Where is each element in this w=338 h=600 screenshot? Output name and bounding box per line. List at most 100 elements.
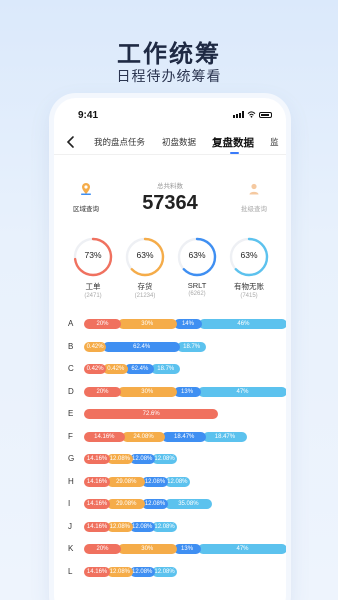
bar-category-label: C [68, 364, 74, 373]
bar-category-label: E [68, 409, 74, 418]
ring-count: (6262) [188, 291, 206, 297]
bar-category-label: A [68, 319, 74, 328]
promo-title: 工作统筹 [117, 41, 221, 68]
bar-segment: 0.42% [84, 364, 107, 374]
bar-segment: 12.08% [129, 566, 155, 577]
bar-segment: 12.08% [142, 476, 168, 487]
bar-category-label: K [68, 544, 74, 553]
bar-category-label: L [68, 566, 73, 576]
ring-0: 73% 工单 (2471) [68, 236, 118, 299]
bar-row-k[interactable]: K 20% 30% 13% 47% [54, 543, 286, 555]
tab-review-data[interactable]: 复盘数据 [212, 135, 254, 150]
signal-icon [233, 111, 244, 118]
bar-track: 14.16% 12.08% 12.08% 12.08% [84, 454, 269, 464]
bar-track: 14.16% 29.08% 12.08% 12.08% [84, 476, 269, 487]
bar-segment: 14% [173, 319, 203, 329]
bar-segment: 47% [197, 386, 286, 397]
ring-name: SRLT [187, 281, 207, 290]
bar-segment: 14.16% [84, 454, 111, 464]
bar-segment: 18.7% [151, 364, 181, 374]
bar-track: 20% 30% 13% 47% [84, 386, 286, 397]
ring-name: 有物无账 [234, 282, 264, 291]
batch-query-label: 批级查询 [241, 206, 267, 213]
promo-subtitle: 日程待办统筹看 [116, 68, 222, 84]
bar-category-label: J [68, 521, 72, 531]
bar-segment: 62.4% [125, 364, 155, 374]
bar-segment: 12.08% [151, 521, 178, 532]
ring-1: 63% 存货 (21234) [120, 236, 170, 299]
back-arrow-icon[interactable] [64, 135, 78, 149]
ring-percent: 73% [84, 250, 102, 260]
ring-name: 工单 [85, 282, 101, 291]
ring-2: 63% SRLT (6262) [172, 236, 222, 297]
ring-percent: 63% [240, 250, 258, 260]
ring-count: (2471) [84, 293, 102, 299]
bar-segment: 12.08% [164, 476, 191, 487]
bar-row-h[interactable]: H 14.16% 29.08% 12.08% 12.08% [54, 476, 286, 488]
summary-panel: 区域查询 总共料数 57364 批级查询 [54, 176, 286, 226]
tab-bar: 我的盘点任务 初盘数据 复盘数据 监 [54, 131, 286, 155]
bar-segment: 30% [118, 386, 177, 397]
ring-percent: 63% [136, 250, 154, 260]
bar-segment: 0.42% [103, 364, 129, 374]
bar-segment: 12.08% [107, 521, 133, 532]
bar-segment: 14.16% [84, 499, 111, 509]
bar-row-l[interactable]: L 14.16% 12.08% 12.08% 12.08% [54, 566, 286, 578]
bar-track: 20% 30% 14% 46% [84, 319, 286, 329]
bar-category-label: G [68, 454, 75, 463]
person-icon [249, 183, 259, 195]
tab-my-tasks[interactable]: 我的盘点任务 [94, 136, 145, 148]
rings-row: 73% 工单 (2471) 63% 存货 (21234) 63% SRLT (6262) 63% 有… [54, 236, 286, 300]
bar-category-label: F [68, 431, 73, 441]
bar-segment: 46% [199, 319, 286, 329]
ring-count: (7415) [240, 293, 258, 299]
bar-track: 14.16% 12.08% 12.08% 12.08% [84, 566, 269, 577]
bar-row-a[interactable]: A 20% 30% 14% 46% [54, 318, 286, 330]
bar-track: 14.16% 29.08% 12.08% 35.08% [84, 499, 269, 509]
bar-segment: 14.16% [84, 431, 125, 442]
bar-segment: 24.08% [121, 431, 166, 442]
bar-segment: 14.16% [84, 566, 111, 577]
bar-segment: 14.16% [84, 521, 111, 532]
bar-segment: 12.08% [107, 454, 133, 464]
batch-query-button[interactable]: 批级查询 [232, 182, 276, 213]
bar-row-e[interactable]: E 72.6% [54, 408, 286, 420]
bar-row-j[interactable]: J 14.16% 12.08% 12.08% 12.08% [54, 521, 286, 533]
bar-segment: 18.47% [203, 431, 247, 442]
bar-segment: 20% [84, 319, 121, 329]
bar-segment: 13% [173, 544, 201, 554]
bar-segment: 29.08% [107, 499, 146, 509]
bar-category-label: D [68, 386, 74, 396]
bar-row-i[interactable]: I 14.16% 29.08% 12.08% 35.08% [54, 498, 286, 510]
ring-name: 存货 [137, 282, 153, 291]
bar-segment: 12.08% [107, 566, 133, 577]
bar-track: 14.16% 24.08% 18.47% 18.47% [84, 431, 269, 442]
tab-initial-data[interactable]: 初盘数据 [162, 136, 196, 148]
bar-track: 0.42% 62.4% 18.7% [84, 341, 269, 352]
wifi-icon [247, 111, 256, 118]
bar-segment: 12.08% [142, 499, 168, 509]
bar-track: 20% 30% 13% 47% [84, 544, 286, 554]
bar-row-b[interactable]: B 0.42% 62.4% 18.7% [54, 341, 286, 353]
bar-row-g[interactable]: G 14.16% 12.08% 12.08% 12.08% [54, 453, 286, 465]
status-time: 9:41 [78, 110, 99, 121]
bar-segment: 29.08% [107, 476, 146, 487]
ring-3: 63% 有物无账 (7415) [224, 236, 274, 299]
bar-segment: 12.08% [151, 454, 178, 464]
status-bar: 9:41 [54, 98, 286, 124]
bar-segment: 18.7% [177, 341, 207, 352]
bar-category-label: I [68, 499, 71, 508]
tab-divider [54, 154, 286, 155]
bar-segment: 20% [84, 386, 121, 397]
bar-track: 14.16% 12.08% 12.08% 12.08% [84, 521, 269, 532]
tab-monitor[interactable]: 监 [270, 136, 279, 148]
status-icons [233, 111, 272, 118]
bar-segment: 12.08% [151, 566, 178, 577]
bar-segment: 30% [118, 319, 177, 329]
bar-segment: 62.4% [103, 341, 181, 352]
bar-category-label: B [68, 341, 74, 351]
bar-row-f[interactable]: F 14.16% 24.08% 18.47% 18.47% [54, 431, 286, 443]
bar-segment: 14.16% [84, 476, 111, 487]
bar-row-c[interactable]: C 0.42% 0.42% 62.4% 18.7% [54, 363, 286, 375]
bar-row-d[interactable]: D 20% 30% 13% 47% [54, 386, 286, 398]
